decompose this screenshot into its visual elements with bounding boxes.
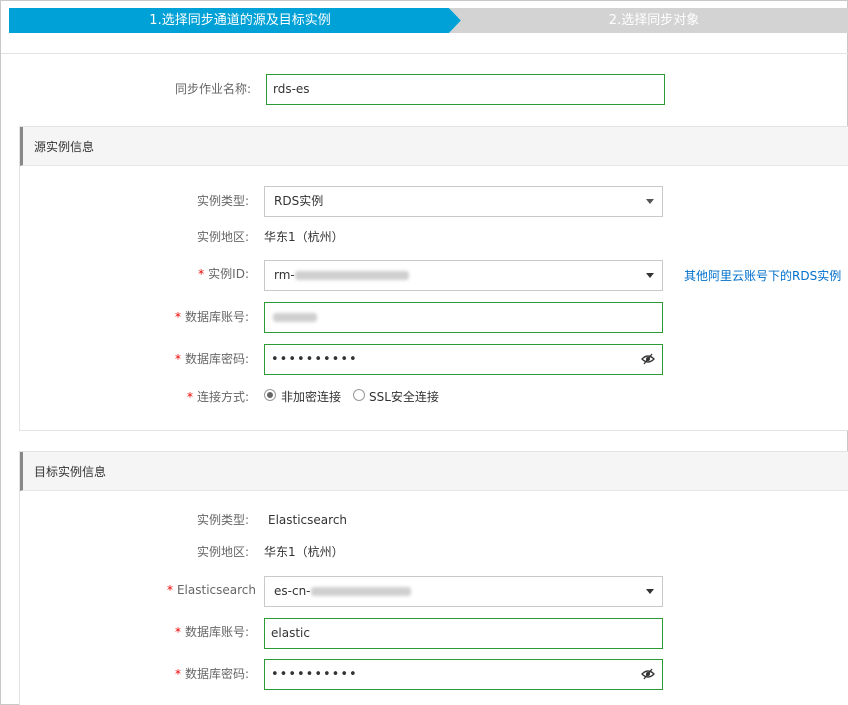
job-name-label: 同步作业名称: xyxy=(174,82,251,96)
source-account-label: * 数据库账号: xyxy=(151,309,249,325)
required-mark: * xyxy=(174,625,181,639)
required-mark: * xyxy=(166,583,173,597)
target-region-value: 华东1（杭州） xyxy=(264,545,344,559)
required-mark: * xyxy=(174,667,181,681)
radio-ssl[interactable] xyxy=(353,389,365,401)
wizard-steps: 1.选择同步通道的源及目标实例 2.选择同步对象 xyxy=(9,8,848,33)
step-2: 2.选择同步对象 xyxy=(449,8,848,33)
target-section-header: 目标实例信息 xyxy=(20,452,848,491)
target-type-value: Elasticsearch xyxy=(268,513,348,527)
eye-hidden-icon[interactable] xyxy=(641,667,655,681)
target-account-label-text: 数据库账号: xyxy=(184,625,249,639)
target-section-title: 目标实例信息 xyxy=(34,465,107,479)
radio-non-encrypted-label[interactable]: 非加密连接 xyxy=(281,389,341,405)
target-es-select[interactable]: es-cn- xyxy=(264,576,663,607)
job-name-input[interactable]: rds-es xyxy=(266,74,665,105)
source-password-label: * 数据库密码: xyxy=(151,351,249,367)
target-password-mask: •••••••••• xyxy=(271,667,358,682)
form-frame: 1.选择同步通道的源及目标实例 2.选择同步对象 同步作业名称: rds-es … xyxy=(0,0,848,705)
target-type-label: 实例类型: xyxy=(196,513,249,527)
step-1-active: 1.选择同步通道的源及目标实例 xyxy=(9,8,461,33)
target-es-label: * Elasticsearch xyxy=(151,582,256,598)
radio-ssl-label[interactable]: SSL安全连接 xyxy=(369,389,439,405)
redacted-es-id xyxy=(310,587,411,596)
target-es-value: es-cn- xyxy=(274,584,311,598)
target-password-label: * 数据库密码: xyxy=(151,666,249,682)
redacted-account xyxy=(273,313,317,322)
required-mark: * xyxy=(186,390,193,404)
required-mark: * xyxy=(174,352,181,366)
target-region-label: 实例地区: xyxy=(196,545,249,559)
required-mark: * xyxy=(174,310,181,324)
source-section-title: 源实例信息 xyxy=(34,140,95,154)
source-region-value: 华东1（杭州） xyxy=(264,230,344,244)
source-id-value: rm- xyxy=(274,268,295,282)
radio-non-encrypted[interactable] xyxy=(264,389,276,401)
chevron-down-icon xyxy=(646,199,654,204)
chevron-down-icon xyxy=(646,589,654,594)
source-password-mask: •••••••••• xyxy=(271,352,358,367)
source-account-input[interactable] xyxy=(264,302,663,333)
source-type-select[interactable]: RDS实例 xyxy=(264,186,663,217)
source-section-header: 源实例信息 xyxy=(20,127,848,166)
source-password-input[interactable]: •••••••••• xyxy=(264,344,663,375)
target-password-label-text: 数据库密码: xyxy=(184,667,249,681)
target-account-label: * 数据库账号: xyxy=(151,624,249,640)
source-region-label: 实例地区: xyxy=(196,230,249,244)
chevron-down-icon xyxy=(646,273,654,278)
header-divider xyxy=(1,53,848,54)
other-account-link[interactable]: 其他阿里云账号下的RDS实例 xyxy=(684,267,841,284)
source-type-label: 实例类型: xyxy=(196,194,249,208)
target-es-label-text: Elasticsearch xyxy=(176,583,256,597)
source-password-label-text: 数据库密码: xyxy=(184,352,249,366)
redacted-instance-id xyxy=(294,271,409,280)
source-type-value: RDS实例 xyxy=(274,194,324,208)
source-id-label: * 实例ID: xyxy=(151,266,249,282)
required-mark: * xyxy=(198,267,205,281)
target-password-input[interactable]: •••••••••• xyxy=(264,659,663,690)
target-account-input[interactable]: elastic xyxy=(264,618,663,649)
source-id-select[interactable]: rm- xyxy=(264,260,663,291)
source-connection-label-text: 连接方式: xyxy=(196,390,249,404)
source-id-label-text: 实例ID: xyxy=(208,267,249,281)
eye-hidden-icon[interactable] xyxy=(641,352,655,366)
source-account-label-text: 数据库账号: xyxy=(184,310,249,324)
source-connection-label: * 连接方式: xyxy=(151,389,249,405)
